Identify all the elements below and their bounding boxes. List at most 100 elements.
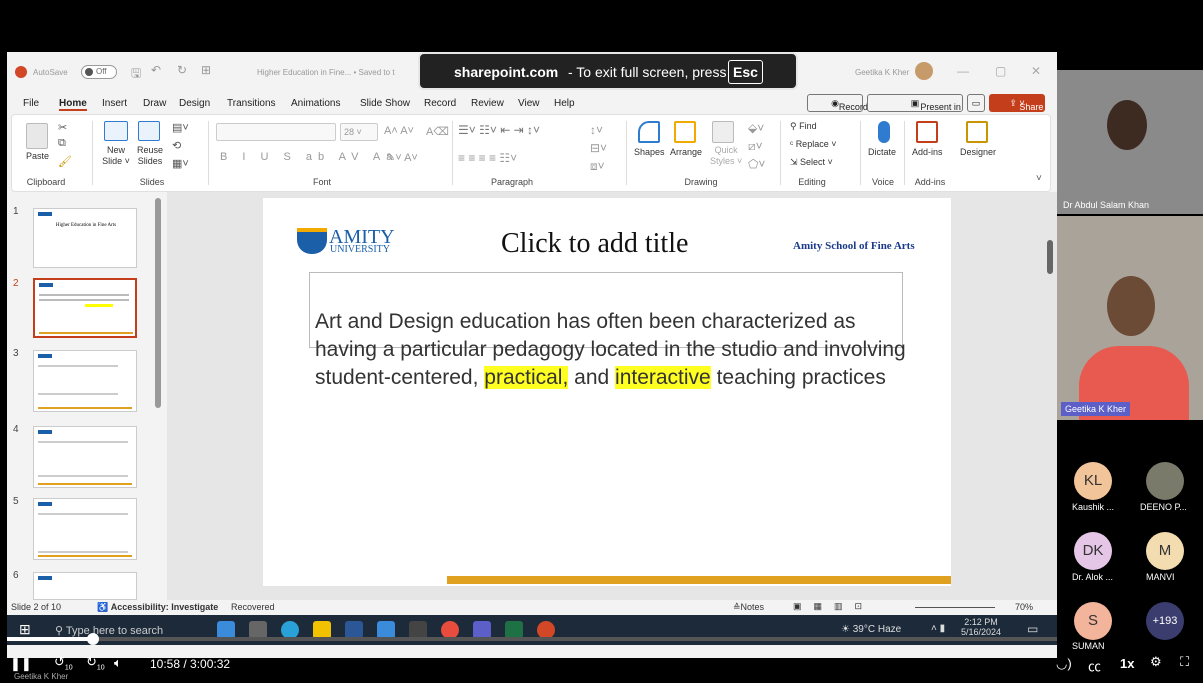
autosave-toggle[interactable]: Off [81,65,117,79]
font-format-icons[interactable]: B I U S ab AV Aa [220,151,398,163]
taskbar-clock[interactable]: 2:12 PM 5/16/2024 [961,617,1001,637]
rewind-10-icon[interactable]: ↺10 [54,654,73,672]
tab-animations[interactable]: Animations [291,98,340,109]
thumbnail-scrollbar[interactable] [155,198,161,408]
font-name-box[interactable] [216,123,336,141]
replace-button[interactable]: ᶜ Replace ˅ [790,139,836,150]
tab-draw[interactable]: Draw [143,98,166,109]
audio-description-icon[interactable]: ◡) [1056,656,1072,672]
shapes-icon[interactable] [638,121,660,143]
participant-avatar-deeno[interactable] [1146,462,1184,500]
slide-thumbnail-3[interactable] [33,350,137,412]
shapes-button[interactable]: Shapes [634,147,665,158]
qat-customize-icon[interactable]: ⊞ [201,63,211,77]
microphone-icon[interactable] [878,121,890,143]
participant-tile-1[interactable]: Dr Abdul Salam Khan [1057,70,1203,214]
new-slide-icon[interactable] [104,121,128,141]
tab-transitions[interactable]: Transitions [227,98,276,109]
shape-outline-icon[interactable]: ⧄˅ [748,139,763,154]
addins-button[interactable]: Add-ins [912,147,943,158]
view-buttons-icon[interactable]: ▣▦▥⊡ [793,601,874,612]
quick-styles-icon[interactable] [712,121,734,143]
tab-insert[interactable]: Insert [102,98,127,109]
document-title[interactable]: Higher Education in Fine... • Saved to t [257,68,395,77]
smartart-icon[interactable]: ⧈˅ [590,159,605,174]
present-in-teams-button[interactable]: ▣ Present in Teams [867,94,963,128]
restore-icon[interactable]: ▢ [995,64,1006,78]
reuse-slides-button[interactable]: Reuse Slides [134,145,166,167]
designer-icon[interactable] [966,121,988,143]
editor-scrollbar[interactable] [1047,240,1053,274]
align-text-icon[interactable]: ⊟˅ [590,141,607,155]
tab-record[interactable]: Record [424,98,456,109]
notes-button[interactable]: ≙Notes [733,602,764,613]
close-icon[interactable]: ✕ [1031,64,1041,78]
share-button[interactable]: ⇪ Share ˅ [989,94,1045,112]
participant-avatar-s[interactable]: S [1074,602,1112,640]
participant-avatar-dk[interactable]: DK [1074,532,1112,570]
zoom-slider[interactable] [915,607,995,608]
tray-icons[interactable]: ˄ ▮ [931,623,945,634]
align-icons[interactable]: ≡ ≡ ≡ ≡ ☷˅ [458,151,517,165]
arrange-icon[interactable] [674,121,696,143]
video-progress-handle[interactable] [87,633,99,645]
format-painter-icon[interactable]: 🖌 [58,155,72,168]
slide-thumbnail-5[interactable] [33,498,137,560]
cut-icon[interactable]: ✂ [58,121,67,134]
clear-format-icon[interactable]: A⌫ [426,125,449,138]
tab-design[interactable]: Design [179,98,210,109]
participant-tile-2[interactable]: Geetika K Kher [1057,216,1203,420]
paste-icon[interactable] [26,123,48,149]
shape-effects-icon[interactable]: ⬠˅ [748,157,765,171]
quick-styles-button[interactable]: Quick Styles ˅ [710,145,742,167]
slide-thumbnail-4[interactable] [33,426,137,488]
accessibility-status[interactable]: ♿ Accessibility: Investigate [97,602,218,613]
more-participants-button[interactable]: +193 [1146,602,1184,640]
ribbon-collapse-icon[interactable]: ˅ [1036,173,1042,184]
fullscreen-icon[interactable]: ⛶ [1180,654,1189,670]
reset-icon[interactable]: ⟲ [172,139,181,152]
record-button[interactable]: ◉ Record [807,94,868,112]
volume-icon[interactable]: 🔈︎ [114,655,122,671]
highlight-icon[interactable]: ✎˅ A˅ [386,151,418,164]
find-button[interactable]: ⚲ Find [790,121,817,132]
reuse-slides-icon[interactable] [138,121,160,141]
section-icon[interactable]: ▦˅ [172,157,189,170]
text-direction-icon[interactable]: ↕˅ [590,123,603,137]
participant-avatar-kl[interactable]: KL [1074,462,1112,500]
save-icon[interactable]: 🖫 [131,64,141,85]
slide-title[interactable]: Click to add title [501,228,688,260]
pause-icon[interactable]: ❚❚ [10,656,32,672]
notification-icon[interactable]: ▭ [1027,622,1038,636]
paste-label[interactable]: Paste [26,151,49,162]
copy-icon[interactable]: ⧉ [58,137,66,150]
tab-slide-show[interactable]: Slide Show [360,98,410,109]
undo-icon[interactable]: ↶ [151,63,161,77]
new-slide-button[interactable]: New Slide ˅ [100,145,132,167]
tab-home[interactable]: Home [59,98,87,111]
minimize-icon[interactable]: — [957,64,969,78]
forward-10-icon[interactable]: ↻10 [86,654,105,672]
font-size-box[interactable]: 28 ˅ [340,123,378,141]
bullets-icon[interactable]: ☰˅ ☷˅ ⇤ ⇥ ↕˅ [458,123,540,137]
user-name[interactable]: Geetika K Kher [855,68,909,77]
current-slide[interactable]: AMITY UNIVERSITY Click to add title Amit… [263,198,951,586]
select-button[interactable]: ⇲ Select ˅ [790,157,833,168]
tab-file[interactable]: File [23,98,39,109]
tab-view[interactable]: View [518,98,540,109]
user-avatar-icon[interactable] [915,62,933,80]
slide-thumbnail-6[interactable] [33,572,137,600]
comments-icon[interactable]: ▭ [967,94,985,112]
slide-thumbnail-1[interactable]: Higher Education in Fine Arts [33,208,137,268]
windows-start-icon[interactable]: ⊞ [19,621,31,638]
playback-speed[interactable]: 1x [1120,656,1134,671]
addins-icon[interactable] [916,121,938,143]
tab-help[interactable]: Help [554,98,575,109]
tab-review[interactable]: Review [471,98,504,109]
weather-status[interactable]: ☀ 39°C Haze [841,624,901,635]
slide-body-text[interactable]: Art and Design education has often been … [315,308,915,392]
arrange-button[interactable]: Arrange [670,147,702,158]
slide-thumbnail-2[interactable] [33,278,137,338]
zoom-level[interactable]: 70% [1015,602,1033,612]
designer-button[interactable]: Designer [960,147,996,158]
